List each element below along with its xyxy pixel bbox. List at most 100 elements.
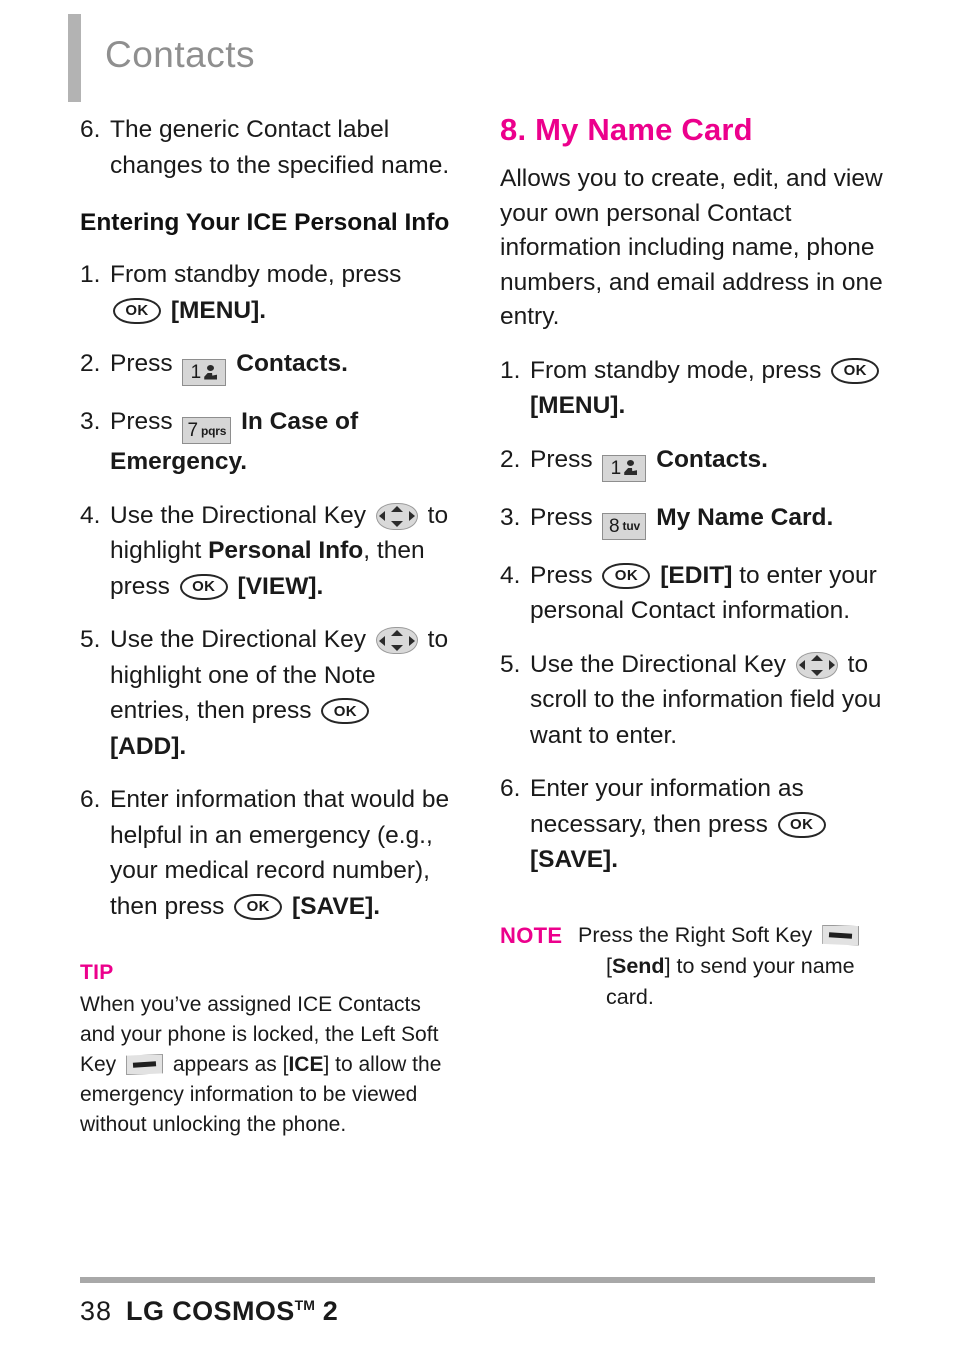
footer-divider bbox=[80, 1277, 875, 1283]
step-text: Use the Directional Key to highlight Per… bbox=[110, 498, 450, 605]
step-number: 4. bbox=[80, 501, 101, 529]
step-text-post: [SAVE]. bbox=[530, 846, 619, 873]
list-item: 4. Press OK [EDIT] to enter your persona… bbox=[500, 558, 900, 629]
ok-key-icon: OK bbox=[321, 698, 370, 724]
step-text-post: [MENU]. bbox=[170, 296, 267, 324]
step-text-post: [VIEW]. bbox=[237, 572, 324, 600]
step-text-post: [MENU]. bbox=[530, 392, 626, 419]
step-text-bold: [EDIT] bbox=[660, 561, 733, 589]
step-number: 6. bbox=[500, 775, 521, 802]
step-text-bold: Personal Info bbox=[208, 537, 364, 564]
ok-key-icon: OK bbox=[234, 893, 283, 920]
list-item: 2. Press 1 Contacts. bbox=[80, 346, 450, 386]
step-number: 5. bbox=[80, 626, 101, 653]
section-intro-text: Allows you to create, edit, and view you… bbox=[500, 165, 883, 330]
note-second-line: [Send] to send your name card. bbox=[578, 951, 900, 1013]
step-text-pre: Press bbox=[530, 561, 593, 589]
keypad-key-7-icon: 7 pqrs bbox=[182, 417, 232, 444]
ok-key-icon: OK bbox=[777, 811, 826, 838]
keypad-key-1-icon: 1 bbox=[602, 454, 647, 482]
step-number: 2. bbox=[80, 350, 101, 377]
step-text: Enter information that would be helpful … bbox=[110, 782, 450, 924]
step-text-pre: Press bbox=[530, 503, 593, 531]
keypad-key-1-icon: 1 bbox=[182, 359, 227, 386]
note-text-bold: Send bbox=[611, 953, 665, 978]
step-number: 2. bbox=[500, 445, 521, 473]
ok-key-icon: OK bbox=[179, 573, 228, 600]
tip-label: TIP bbox=[80, 961, 114, 984]
list-item: 2. Press 1 Contacts. bbox=[500, 442, 900, 482]
step-number: 3. bbox=[80, 408, 101, 435]
list-item: 6. Enter information that would be helpf… bbox=[80, 782, 450, 924]
list-item: 3. Press 7 pqrs In Case of Emergency. bbox=[80, 404, 450, 480]
directional-key-icon bbox=[375, 627, 418, 654]
directional-key-icon bbox=[795, 651, 838, 679]
ok-key-icon: OK bbox=[113, 297, 161, 324]
step-number: 4. bbox=[500, 561, 521, 589]
note-text-part1: Press the Right Soft Key bbox=[578, 922, 813, 947]
tip-text-part2: appears as [ bbox=[172, 1053, 289, 1076]
step-text-post: My Name Card. bbox=[656, 503, 834, 531]
left-soft-key-icon bbox=[126, 1054, 164, 1075]
voicemail-glyph-icon bbox=[624, 459, 638, 477]
step-text-pre: From standby mode, press bbox=[530, 356, 822, 384]
directional-key-icon bbox=[375, 502, 418, 530]
right-soft-key-icon bbox=[822, 924, 860, 946]
step-text: Press 1 Contacts. bbox=[530, 442, 900, 482]
trademark-symbol: TM bbox=[294, 1297, 315, 1313]
step-text-post: Contacts. bbox=[656, 445, 768, 473]
step-text-pre: Use the Directional Key bbox=[110, 626, 367, 653]
keypad-key-8-icon: 8 tuv bbox=[602, 512, 647, 540]
step-text: Press 8 tuv My Name Card. bbox=[530, 500, 900, 540]
step-text: Use the Directional Key to scroll to the… bbox=[530, 647, 900, 754]
step-number: 5. bbox=[500, 650, 521, 678]
step-text: From standby mode, press OK [MENU]. bbox=[530, 353, 900, 424]
list-item: 6. Enter your information as necessary, … bbox=[500, 771, 900, 878]
step-number: 3. bbox=[500, 503, 521, 531]
list-item: 6. The generic Contact label changes to … bbox=[80, 112, 450, 183]
step-text-pre: Use the Directional Key bbox=[110, 501, 367, 529]
section-heading: 8. My Name Card bbox=[500, 112, 753, 147]
note-body: Press the Right Soft Key [Send] to send … bbox=[578, 920, 900, 1013]
step-text-pre: Press bbox=[110, 350, 173, 377]
chapter-header: Contacts bbox=[68, 14, 255, 102]
list-item: 4. Use the Directional Key to highlight … bbox=[80, 498, 450, 605]
step-number: 6. bbox=[80, 116, 101, 143]
step-text-post: Contacts. bbox=[236, 350, 348, 377]
left-column: 6. The generic Contact label changes to … bbox=[80, 112, 450, 1140]
step-number: 1. bbox=[80, 261, 101, 288]
tip-text-bold: ICE bbox=[288, 1053, 324, 1076]
list-item: 1. From standby mode, press OK [MENU]. bbox=[80, 257, 450, 328]
page-number: 38 bbox=[80, 1296, 113, 1326]
step-text: Enter your information as necessary, the… bbox=[530, 771, 900, 878]
step-text: Press 1 Contacts. bbox=[110, 346, 450, 386]
page-title: Contacts bbox=[105, 34, 256, 75]
step-number: 1. bbox=[500, 356, 521, 384]
step-text: Press 7 pqrs In Case of Emergency. bbox=[110, 404, 450, 480]
ok-key-icon: OK bbox=[831, 357, 880, 384]
sub-heading: Entering Your ICE Personal Info bbox=[80, 209, 450, 236]
ok-key-icon: OK bbox=[602, 562, 651, 589]
list-item: 1. From standby mode, press OK [MENU]. bbox=[500, 353, 900, 424]
tip-body: When you’ve assigned ICE Contacts and yo… bbox=[80, 990, 450, 1140]
list-item: 5. Use the Directional Key to highlight … bbox=[80, 622, 450, 764]
note-label: NOTE bbox=[500, 922, 563, 948]
step-text-post: [SAVE]. bbox=[292, 892, 381, 920]
step-text: Use the Directional Key to highlight one… bbox=[110, 622, 450, 764]
step-text-pre: Use the Directional Key bbox=[530, 650, 787, 678]
voicemail-glyph-icon bbox=[204, 364, 218, 382]
step-text: Press OK [EDIT] to enter your personal C… bbox=[530, 558, 900, 629]
manual-page: Contacts 6. The generic Contact label ch… bbox=[0, 0, 954, 1372]
step-text-pre: Press bbox=[530, 445, 593, 473]
page-footer: 38 LG COSMOSTM 2 bbox=[80, 1296, 338, 1327]
step-text: From standby mode, press OK [MENU]. bbox=[110, 257, 450, 328]
model-name-text: LG COSMOS bbox=[126, 1296, 295, 1326]
step-text: The generic Contact label changes to the… bbox=[110, 116, 450, 179]
step-text-pre: Enter your information as necessary, the… bbox=[530, 775, 804, 838]
note-callout: NOTE Press the Right Soft Key [Send] to … bbox=[500, 920, 900, 1013]
chapter-accent-bar bbox=[68, 14, 81, 102]
step-text-post: [ADD]. bbox=[110, 732, 187, 760]
list-item: 5. Use the Directional Key to scroll to … bbox=[500, 647, 900, 754]
step-text-pre: Press bbox=[110, 408, 173, 435]
right-column: 8. My Name Card Allows you to create, ed… bbox=[500, 112, 900, 1013]
